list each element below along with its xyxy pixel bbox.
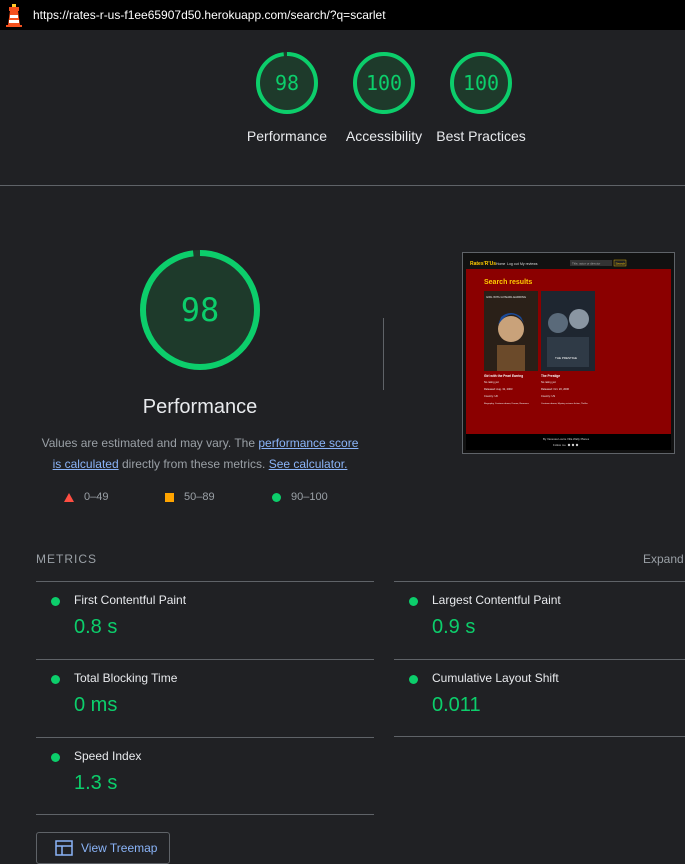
final-screenshot[interactable]: Rates'R'Us Home Log out My reviews Title… xyxy=(462,252,675,454)
thumb-card-country-1: Country: UK xyxy=(484,394,498,398)
thumb-poster-title-2: THE PRESTIGE xyxy=(555,356,577,360)
lighthouse-logo-icon xyxy=(6,4,22,27)
thumb-card-title-1: Girl with the Pearl Earring xyxy=(484,374,523,378)
metric-value: 0 ms xyxy=(74,694,118,716)
estimate-text-mid: directly from these metrics. xyxy=(118,457,269,471)
metric-divider xyxy=(36,814,374,815)
pass-circle-icon xyxy=(51,675,60,684)
view-treemap-button[interactable]: View Treemap xyxy=(36,832,170,864)
pass-circle-icon xyxy=(409,675,418,684)
square-icon xyxy=(165,492,174,502)
vertical-divider xyxy=(383,318,384,390)
metric-value: 0.8 s xyxy=(74,616,118,638)
legend-pass: 90–100 xyxy=(272,491,328,503)
metric-value: 0.9 s xyxy=(432,616,476,638)
thumb-card-rating-1: No rating yet xyxy=(484,380,499,384)
metric-total-blocking-time: Total Blocking Time 0 ms xyxy=(36,660,374,737)
metric-largest-contentful-paint: Largest Contentful Paint 0.9 s xyxy=(394,582,685,659)
gauge-score: 98 xyxy=(274,71,300,95)
thumb-search-button: Search xyxy=(616,262,626,266)
metric-name: Largest Contentful Paint xyxy=(432,593,561,607)
page-url[interactable]: https://rates-r-us-f1ee65907d50.herokuap… xyxy=(33,8,386,22)
metric-name: Cumulative Layout Shift xyxy=(432,671,559,685)
thumb-card-genres-2: Costume drama, Mystery science fiction, … xyxy=(541,402,588,405)
gauge-score: 100 xyxy=(462,71,500,95)
thumb-search-placeholder: Title, actor or director xyxy=(572,262,600,266)
circle-icon xyxy=(272,492,281,502)
thumb-heading: Search results xyxy=(484,279,532,286)
metric-cumulative-layout-shift: Cumulative Layout Shift 0.011 xyxy=(394,660,685,737)
thumb-card-released-1: Released: Aug. 31, 2003 xyxy=(484,387,513,391)
thumb-poster-title-1: GIRL WITH A PEARL EARRING xyxy=(486,295,526,299)
pass-circle-icon xyxy=(51,597,60,606)
score-description: Values are estimated and may vary. The p… xyxy=(36,433,364,475)
legend-range: 50–89 xyxy=(184,491,215,503)
metric-value: 1.3 s xyxy=(74,772,118,794)
pass-circle-icon xyxy=(51,753,60,762)
thumb-nav-reviews: My reviews xyxy=(520,262,538,266)
thumb-nav-home: Home xyxy=(496,262,505,266)
thumb-nav-logout: Log out xyxy=(507,262,519,266)
metric-divider xyxy=(394,736,685,737)
metrics-title: METRICS xyxy=(36,552,97,566)
legend-fail: 0–49 xyxy=(64,491,108,503)
address-bar: https://rates-r-us-f1ee65907d50.herokuap… xyxy=(0,0,685,30)
thumb-card-title-2: The Prestige xyxy=(541,374,560,378)
metric-name: First Contentful Paint xyxy=(74,593,187,607)
thumb-card-country-2: Country: US xyxy=(541,394,555,398)
performance-gauge: 98 xyxy=(138,248,262,372)
pass-circle-icon xyxy=(409,597,418,606)
header-divider xyxy=(0,185,685,186)
metric-speed-index: Speed Index 1.3 s xyxy=(36,738,374,815)
performance-score: 98 xyxy=(180,291,220,329)
gauge-label-best-practices: Best Practices xyxy=(436,128,526,144)
metric-first-contentful-paint: First Contentful Paint 0.8 s xyxy=(36,582,374,659)
thumb-card-rating-2: No rating yet xyxy=(541,380,556,384)
gauge-performance[interactable]: 98 xyxy=(254,50,320,116)
legend-average: 50–89 xyxy=(165,491,215,503)
thumb-footer-credit: By Vanessa Lourie Villa Wally Planes xyxy=(543,437,590,441)
calculator-link[interactable]: See calculator. xyxy=(269,457,348,471)
metric-value: 0.011 xyxy=(432,694,481,716)
expand-view-toggle[interactable]: Expand view xyxy=(643,552,685,566)
estimate-text: Values are estimated and may vary. The xyxy=(41,436,259,450)
thumb-footer-follow: Follow me xyxy=(553,443,566,447)
gauge-label-accessibility: Accessibility xyxy=(345,128,423,144)
legend-range: 0–49 xyxy=(84,491,109,503)
thumb-card-genres-1: Biography, Costume drama, Drama, Romance xyxy=(484,402,530,405)
metric-name: Speed Index xyxy=(74,749,142,763)
gauge-label-performance: Performance xyxy=(246,128,328,144)
thumb-card-released-2: Released: Oct. 20, 2006 xyxy=(541,387,570,391)
gauge-best-practices[interactable]: 100 xyxy=(448,50,514,116)
legend-range: 90–100 xyxy=(291,491,328,503)
triangle-icon xyxy=(64,492,74,502)
treemap-icon xyxy=(55,840,73,856)
metric-name: Total Blocking Time xyxy=(74,671,178,685)
gauge-score: 100 xyxy=(365,71,403,95)
thumb-site-name: Rates'R'Us xyxy=(470,261,496,267)
performance-title: Performance xyxy=(142,396,258,418)
gauge-accessibility[interactable]: 100 xyxy=(351,50,417,116)
